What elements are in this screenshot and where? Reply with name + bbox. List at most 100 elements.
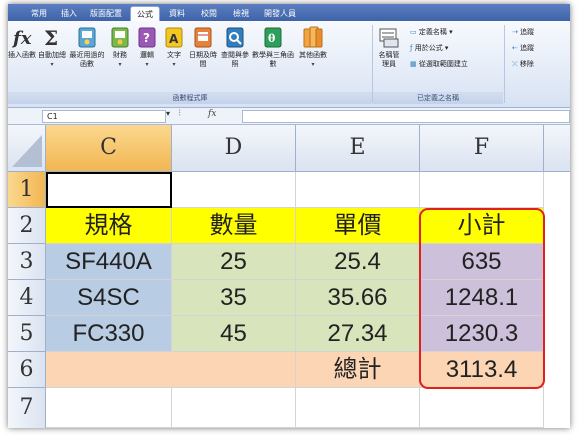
remove-arrows-label: 移除 (519, 60, 534, 68)
trace-precedents-button[interactable]: ⇢ 追蹤 (512, 27, 534, 37)
row-header-4[interactable]: 4 (8, 280, 46, 316)
tab-home[interactable]: 常用 (26, 6, 52, 21)
row-header-1[interactable]: 1 (8, 172, 46, 208)
create-from-selection-button[interactable]: ▦ 從選取範圍建立 (410, 59, 468, 69)
more-functions-label: 其他函數 (299, 51, 327, 59)
cell-f6[interactable]: 3113.4 (420, 352, 544, 388)
cell-d3[interactable]: 25 (172, 244, 296, 280)
book-date-icon (192, 25, 214, 49)
formula-input[interactable] (242, 110, 570, 123)
worksheet-grid: C D E F 1 2 3 4 5 6 7 規格 數量 單價 小計 SF440A… (8, 125, 570, 428)
lookup-reference-button[interactable]: 查閱與參照 (219, 25, 251, 69)
chevron-down-icon[interactable]: ▾ (166, 109, 170, 118)
cell-c7[interactable] (46, 388, 172, 428)
cell-c5[interactable]: FC330 (46, 316, 172, 352)
row-header-7[interactable]: 7 (8, 388, 46, 428)
cell-f4[interactable]: 1248.1 (420, 280, 544, 316)
trace-dependents-label: 追蹤 (520, 44, 535, 52)
remove-arrows-button[interactable]: ⤫ 移除 (512, 59, 534, 69)
cell-c1-selected[interactable] (46, 172, 172, 208)
math-trig-label: 數學與三角函數 (252, 51, 294, 68)
cell-f3[interactable]: 635 (420, 244, 544, 280)
define-name-button[interactable]: ▭ 定義名稱 ▾ (410, 27, 453, 37)
cell-e3[interactable]: 25.4 (296, 244, 420, 280)
name-manager-button[interactable]: 名稱管理員 (376, 25, 402, 69)
book-logic-icon: ? (136, 25, 158, 49)
row-header-5[interactable]: 5 (8, 316, 46, 352)
cell-d1[interactable] (172, 172, 296, 208)
autosum-label: 自動加總 (38, 51, 66, 59)
tab-page-layout[interactable]: 版面配置 (86, 6, 126, 21)
fx-icon[interactable]: fx (208, 109, 216, 119)
svg-text:A: A (169, 32, 179, 46)
arrow-icon: ⇠ (512, 44, 521, 52)
math-trig-button[interactable]: θ 數學與三角函數 (252, 25, 294, 69)
cell-f1[interactable] (420, 172, 544, 208)
row-header-6[interactable]: 6 (8, 352, 46, 388)
cell-c2[interactable]: 規格 (46, 208, 172, 244)
book-finance-icon (109, 25, 131, 49)
cell-d5[interactable]: 45 (172, 316, 296, 352)
chevron-down-icon: ▾ (145, 61, 149, 68)
use-in-formula-button[interactable]: ƒ 用於公式 ▾ (410, 43, 448, 53)
cell-c3[interactable]: SF440A (46, 244, 172, 280)
cell-e7[interactable] (296, 388, 420, 428)
lookup-reference-label: 查閱與參照 (221, 51, 249, 68)
column-header-f[interactable]: F (420, 125, 544, 172)
cell-d4[interactable]: 35 (172, 280, 296, 316)
column-header-c[interactable]: C (46, 125, 172, 172)
financial-button[interactable]: 財務 ▾ (107, 25, 133, 69)
date-time-label: 日期及時間 (189, 51, 217, 68)
create-from-selection-label: 從選取範圍建立 (418, 60, 468, 68)
tab-data[interactable]: 資料 (164, 6, 190, 21)
cell-e4[interactable]: 35.66 (296, 280, 420, 316)
name-box[interactable]: C1 (42, 110, 166, 123)
name-manager-label: 名稱管理員 (378, 51, 400, 68)
date-time-button[interactable]: 日期及時間 (188, 25, 218, 69)
more-functions-button[interactable]: 其他函數 ▾ (296, 25, 330, 69)
cell-c6-d6-merged[interactable] (46, 352, 296, 388)
book-text-icon: A (163, 25, 185, 49)
insert-function-label: 插入函數 (8, 51, 36, 59)
column-header-d[interactable]: D (172, 125, 296, 172)
cell-f5[interactable]: 1230.3 (420, 316, 544, 352)
chevron-down-icon: ▾ (311, 61, 315, 68)
ribbon-tab-strip: 常用 插入 版面配置 公式 資料 校閱 檢視 開發人員 (8, 4, 570, 22)
tab-developer[interactable]: 開發人員 (260, 6, 300, 21)
cell-f2[interactable]: 小計 (420, 208, 544, 244)
cell-e2[interactable]: 單價 (296, 208, 420, 244)
select-all-corner[interactable] (8, 125, 46, 172)
logical-button[interactable]: ? 邏輯 ▾ (134, 25, 160, 69)
cell-f7[interactable] (420, 388, 544, 428)
cell-d7[interactable] (172, 388, 296, 428)
row-header-2[interactable]: 2 (8, 208, 46, 244)
text-button[interactable]: A 文字 ▾ (161, 25, 187, 69)
tab-view[interactable]: 檢視 (228, 6, 254, 21)
book-recent-icon (76, 25, 98, 49)
column-header-g[interactable] (544, 125, 570, 172)
chevron-down-icon: ▾ (50, 61, 54, 68)
svg-text:Σ: Σ (44, 26, 58, 49)
recently-used-button[interactable]: 最近用過的函數 (69, 25, 105, 69)
text-label: 文字 (167, 51, 181, 59)
svg-text:θ: θ (268, 32, 275, 45)
arrow-icon: ⇢ (512, 28, 521, 36)
tab-insert[interactable]: 插入 (56, 6, 82, 21)
cell-e1[interactable] (296, 172, 420, 208)
trace-dependents-button[interactable]: ⇠ 追蹤 (512, 43, 534, 53)
sigma-icon: Σ (41, 25, 63, 50)
book-more-icon (302, 25, 324, 49)
cell-e6[interactable]: 總計 (296, 352, 420, 388)
formula-bar-splitter[interactable]: ⁝ (178, 108, 181, 119)
cell-e5[interactable]: 27.34 (296, 316, 420, 352)
cell-c4[interactable]: S4SC (46, 280, 172, 316)
tab-review[interactable]: 校閱 (196, 6, 222, 21)
insert-function-button[interactable]: fx 插入函數 (8, 25, 36, 60)
column-header-e[interactable]: E (296, 125, 420, 172)
tab-formulas[interactable]: 公式 (130, 6, 160, 22)
autosum-button[interactable]: Σ 自動加總 ▾ (35, 25, 69, 69)
row-header-3[interactable]: 3 (8, 244, 46, 280)
recently-used-label: 最近用過的函數 (69, 51, 105, 68)
screenshot-frame: 常用 插入 版面配置 公式 資料 校閱 檢視 開發人員 fx 插入函數 Σ 自動… (8, 4, 570, 428)
cell-d2[interactable]: 數量 (172, 208, 296, 244)
